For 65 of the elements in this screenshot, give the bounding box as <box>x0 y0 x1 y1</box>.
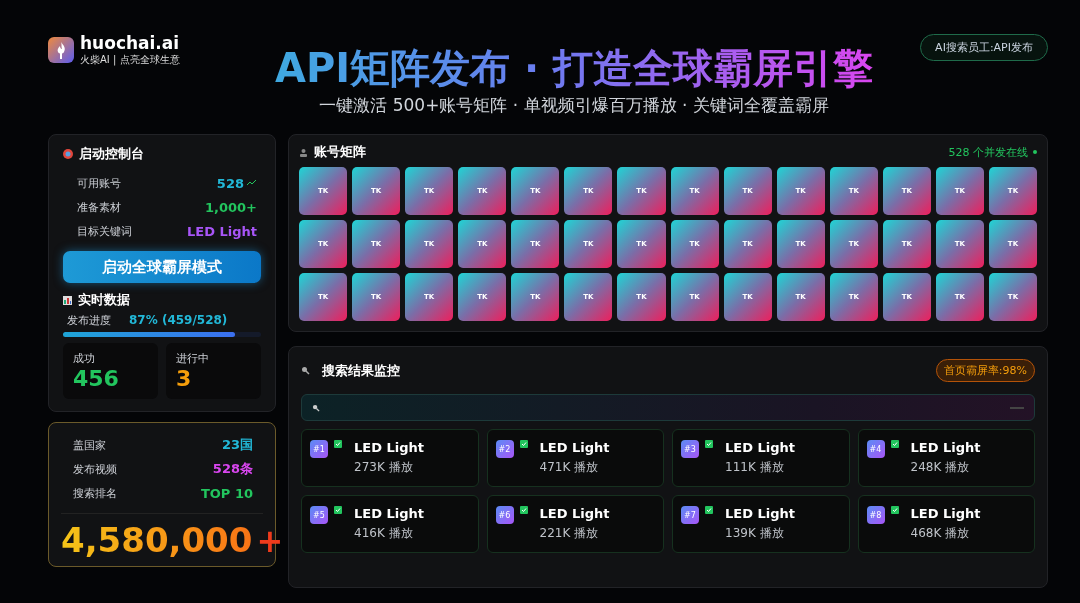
rank-badge: #5 <box>310 506 328 524</box>
bar-chart-icon <box>63 295 72 305</box>
page-subtitle: 一键激活 500+账号矩阵 · 单视频引爆百万播放 · 关键词全覆盖霸屏 <box>319 94 829 117</box>
stat-label: 准备素材 <box>77 199 121 215</box>
dash-icon <box>1010 406 1024 409</box>
play-count: 221K 播放 <box>539 525 600 542</box>
stat-value: 528条 <box>212 460 253 478</box>
play-count: 139K 播放 <box>725 525 785 542</box>
search-icon <box>301 366 310 375</box>
result-title: LED Light <box>354 440 424 455</box>
panel-title: 搜索结果监控 <box>322 361 400 380</box>
counter-label: 成功 <box>73 351 96 366</box>
flame-logo-icon <box>48 37 74 64</box>
target-icon <box>63 149 73 159</box>
page-title: API矩阵发布 · 打造全球霸屏引擎 <box>274 46 874 90</box>
rank-badge: #3 <box>681 440 699 458</box>
stat-value: 1,000+ <box>205 199 257 215</box>
progress-label: 发布进度 <box>67 313 111 328</box>
search-field[interactable] <box>301 394 1035 421</box>
stat-label: 目标关键词 <box>77 223 132 239</box>
play-count: 273K 播放 <box>354 459 414 476</box>
dominance-badge: 首页霸屏率:98% <box>935 359 1035 382</box>
stat-value: TOP 10 <box>200 485 253 501</box>
mode-badge: AI搜索员工:API发布 <box>920 34 1048 61</box>
rank-badge: #1 <box>310 440 328 458</box>
rank-badge: #2 <box>495 440 514 458</box>
stat-label: 搜索排名 <box>73 485 117 501</box>
stat-value: LED Light <box>187 223 257 239</box>
counter-value: 456 <box>73 366 120 391</box>
rank-badge: #8 <box>866 506 885 524</box>
result-title: LED Light <box>910 506 981 521</box>
brand-name: huochai.ai <box>80 34 180 53</box>
result-title: LED Light <box>725 440 795 455</box>
start-button[interactable]: 启动全球霸屏模式 <box>63 251 261 283</box>
brand-tagline: 火柴AI | 点亮全球生意 <box>80 52 180 67</box>
result-title: LED Light <box>354 506 424 521</box>
play-count: 111K 播放 <box>725 459 785 476</box>
rank-badge: #4 <box>866 440 885 458</box>
status-dot-icon <box>1033 150 1037 154</box>
play-count: 248K 播放 <box>910 459 971 476</box>
counter-label: 进行中 <box>176 351 210 366</box>
rank-badge: #6 <box>495 506 514 524</box>
play-count: 471K 播放 <box>539 459 600 476</box>
stat-label: 发布视频 <box>73 461 117 477</box>
result-title: LED Light <box>539 506 610 521</box>
result-title: LED Light <box>910 440 981 455</box>
panel-title: 启动控制台 <box>79 145 144 163</box>
stat-label: 盖国家 <box>73 437 106 453</box>
plus-sign: + <box>256 522 284 560</box>
counter-value: 3 <box>176 366 193 391</box>
search-icon <box>312 403 320 412</box>
play-count: 416K 播放 <box>354 525 414 542</box>
trend-icon <box>247 180 257 186</box>
stat-value: 23国 <box>221 436 253 454</box>
panel-title: 账号矩阵 <box>314 143 366 161</box>
progress-reading: 87% (459/528) <box>129 313 228 328</box>
rank-badge: #7 <box>681 506 699 524</box>
section-title: 实时数据 <box>78 291 130 309</box>
play-count: 468K 播放 <box>910 525 971 542</box>
stat-label: 可用账号 <box>77 175 121 191</box>
result-title: LED Light <box>725 506 795 521</box>
user-icon <box>299 147 308 157</box>
stat-value: 528 <box>216 175 244 191</box>
result-title: LED Light <box>539 440 610 455</box>
online-status: 528 个并发在线 <box>948 144 1028 160</box>
